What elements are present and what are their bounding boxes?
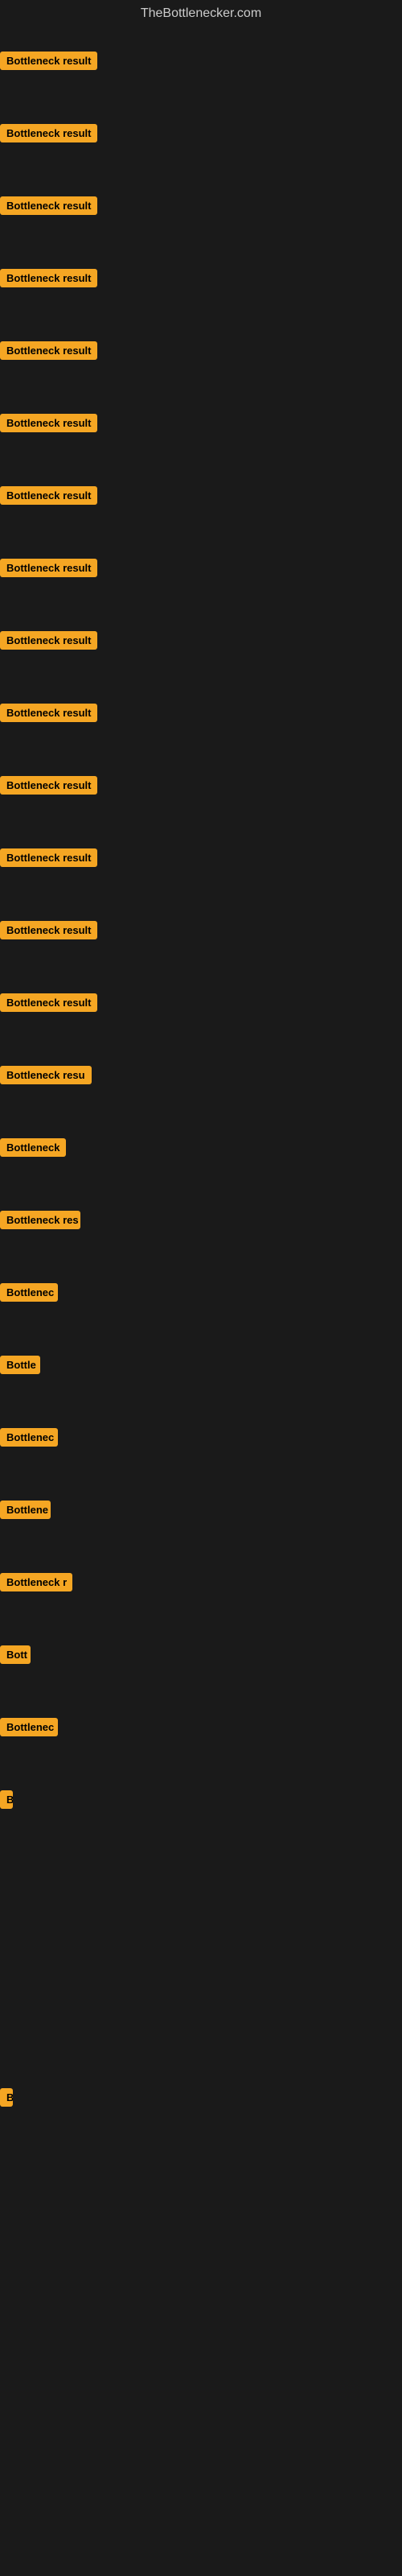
bottleneck-badge[interactable]: Bottleneck result [0, 704, 97, 722]
bottleneck-badge[interactable]: Bottleneck result [0, 124, 97, 142]
bottleneck-badge[interactable]: Bottlene [0, 1501, 51, 1519]
bottleneck-badge[interactable]: Bottleneck result [0, 631, 97, 650]
bottleneck-badge[interactable]: Bottleneck result [0, 269, 97, 287]
list-item: Bottle [0, 1356, 40, 1378]
bottleneck-badge[interactable]: Bottleneck r [0, 1573, 72, 1591]
bottleneck-badge[interactable]: Bottleneck result [0, 486, 97, 505]
bottleneck-badge[interactable]: Bottleneck result [0, 776, 97, 795]
bottleneck-badge[interactable]: Bottlenec [0, 1718, 58, 1736]
list-item: Bottleneck result [0, 631, 97, 654]
bottleneck-badge[interactable]: Bottlenec [0, 1283, 58, 1302]
list-item: Bott [0, 1645, 31, 1668]
bottleneck-badge[interactable]: Bottleneck result [0, 52, 97, 70]
list-item: Bottleneck result [0, 196, 97, 219]
bottleneck-badge[interactable]: Bottleneck resu [0, 1066, 92, 1084]
list-item: Bottleneck result [0, 124, 97, 147]
bottleneck-badge[interactable]: Bottleneck result [0, 414, 97, 432]
bottleneck-badge[interactable]: Bott [0, 1645, 31, 1664]
bottleneck-badge[interactable]: Bottleneck [0, 1138, 66, 1157]
list-item: Bottleneck resu [0, 1066, 92, 1088]
list-item: Bottleneck result [0, 559, 97, 581]
bottleneck-badge[interactable]: B [0, 1790, 13, 1809]
site-title: TheBottlenecker.com [0, 0, 402, 27]
bottleneck-badge[interactable]: Bottleneck result [0, 993, 97, 1012]
list-item: Bottleneck result [0, 848, 97, 871]
list-item: Bottleneck result [0, 776, 97, 799]
list-item: Bottlene [0, 1501, 51, 1523]
list-item: Bottlenec [0, 1283, 58, 1306]
list-item: Bottlenec [0, 1428, 58, 1451]
bottleneck-badge[interactable]: Bottleneck result [0, 848, 97, 867]
list-item: Bottleneck result [0, 341, 97, 364]
list-item: Bottleneck [0, 1138, 66, 1161]
bottleneck-badge[interactable]: Bottle [0, 1356, 40, 1374]
list-item: Bottleneck res [0, 1211, 80, 1233]
bottleneck-badge[interactable]: Bottleneck result [0, 341, 97, 360]
bottleneck-badge[interactable]: B [0, 2088, 13, 2107]
list-item: B [0, 2088, 13, 2111]
list-item: Bottleneck result [0, 414, 97, 436]
list-item: Bottleneck r [0, 1573, 72, 1596]
list-item: Bottleneck result [0, 704, 97, 726]
list-item: Bottleneck result [0, 52, 97, 74]
list-item: Bottleneck result [0, 921, 97, 943]
list-item: B [0, 1790, 13, 1813]
bottleneck-badge[interactable]: Bottleneck result [0, 921, 97, 939]
list-item: Bottlenec [0, 1718, 58, 1740]
list-item: Bottleneck result [0, 269, 97, 291]
list-item: Bottleneck result [0, 486, 97, 509]
bottleneck-badge[interactable]: Bottleneck result [0, 196, 97, 215]
bottleneck-badge[interactable]: Bottlenec [0, 1428, 58, 1447]
list-item: Bottleneck result [0, 993, 97, 1016]
bottleneck-badge[interactable]: Bottleneck res [0, 1211, 80, 1229]
bottleneck-badge[interactable]: Bottleneck result [0, 559, 97, 577]
